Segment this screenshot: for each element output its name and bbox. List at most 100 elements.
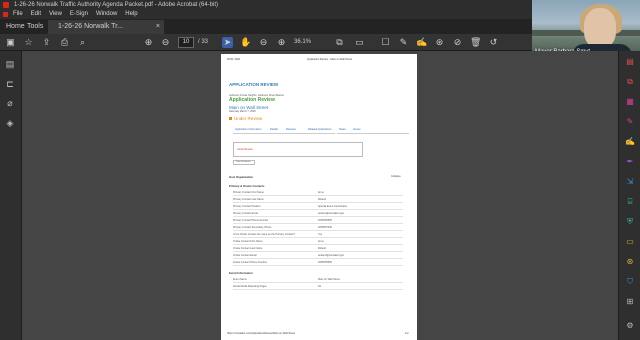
customize-icon[interactable]: ⚙ <box>625 321 635 331</box>
menu-bar: File Edit View E-Sign Window Help <box>0 10 532 19</box>
table-row: Primary Contact Last Name Roland <box>233 197 403 203</box>
protect-icon[interactable]: ⛨ <box>625 217 635 227</box>
stamp-tool-icon[interactable]: ⊛ <box>625 257 635 267</box>
tab-home[interactable]: Home <box>6 19 25 34</box>
pen-icon[interactable]: ✎ <box>398 37 409 48</box>
table-row: Primary Contact Phone Number 2035555555 <box>233 218 403 224</box>
acrobat-window: 1-26-26 Norwalk Traffic Authority Agenda… <box>0 0 640 340</box>
draw-icon[interactable]: ✍ <box>416 37 427 48</box>
upload-icon[interactable]: ⇪ <box>41 37 52 48</box>
row-label: Event Name <box>233 278 247 281</box>
status-box: Under Review <box>233 142 363 157</box>
menu-view[interactable]: View <box>49 10 62 19</box>
tab-notes[interactable]: Notes <box>339 128 346 131</box>
row-value: Main on Wall Street <box>318 278 340 281</box>
collapse-toggle[interactable]: Collapse <box>391 175 401 178</box>
row-value: Special Event Coordinator <box>318 205 348 208</box>
page-total: / 33 <box>198 39 209 45</box>
layers-icon[interactable]: ◈ <box>5 118 15 128</box>
table-row: Event Name Main on Wall Street <box>233 277 403 283</box>
table-row: Onsite Contact Email aroland@norwalkct.go… <box>233 253 403 259</box>
zoom-level[interactable]: 36.1% <box>294 37 311 48</box>
create-pdf-icon[interactable]: ▤ <box>625 57 635 67</box>
comment-tool-icon[interactable]: ▭ <box>625 237 635 247</box>
row-label: Primary Contact Last Name <box>233 198 264 201</box>
status-label: Under Review <box>234 116 263 121</box>
next-page-icon[interactable]: ⊖ <box>160 37 171 48</box>
fill-sign-icon[interactable]: ✒ <box>625 157 635 167</box>
view-guidance-button[interactable]: View Guidance <box>233 160 255 165</box>
combine-files-icon[interactable]: ⧉ <box>625 77 635 87</box>
row-label: Onsite Contact Phone Number <box>233 261 268 264</box>
row-value: Roland <box>318 198 326 201</box>
bookmark-icon[interactable]: ⊏ <box>5 79 15 89</box>
row-label: Onsite Contact Email <box>233 254 257 257</box>
page-number-input[interactable]: 10 <box>178 37 194 48</box>
tab-issues[interactable]: Issues <box>353 128 361 131</box>
page-fit-icon[interactable]: ⧉ <box>334 37 345 48</box>
row-label: Onsite Contact Last Name <box>233 247 263 250</box>
participant-face <box>584 8 616 48</box>
hand-tool-icon[interactable]: ✋ <box>240 37 251 48</box>
save-icon[interactable]: ▣ <box>5 37 16 48</box>
section-contacts: Primary & Onsite Contacts <box>229 184 265 188</box>
comment-icon[interactable]: ▭ <box>354 37 365 48</box>
acrobat-menu-icon[interactable] <box>3 12 8 17</box>
delete-icon[interactable]: 🗑 <box>470 37 481 48</box>
stamp-icon[interactable]: ⊛ <box>434 37 445 48</box>
pdf-page: ROW: 2026 Application Review - Main on W… <box>221 54 417 340</box>
tab-details[interactable]: Details <box>270 128 278 131</box>
table-row: Onsite Contact Phone Number 2035555555 <box>233 260 403 266</box>
status-dot-icon <box>229 117 232 120</box>
menu-help[interactable]: Help <box>125 10 137 19</box>
page-footer-number: 1/2 <box>405 332 409 335</box>
page-title: APPLICATION REVIEW <box>229 82 279 87</box>
status-box-label: Under Review <box>237 148 253 151</box>
tab-document[interactable]: 1-26-26 Norwalk Tr... × <box>48 20 164 34</box>
row-value: 2035555555 <box>318 261 332 264</box>
status-badge: Under Review <box>229 116 262 121</box>
request-esign-icon[interactable]: ✍ <box>625 137 635 147</box>
tab-reviews[interactable]: Reviews <box>286 128 296 131</box>
window-title: 1-26-26 Norwalk Traffic Authority Agenda… <box>14 2 219 8</box>
more-tools-icon[interactable]: ⊞ <box>625 297 635 307</box>
organize-pages-icon[interactable]: ▦ <box>625 97 635 107</box>
table-row: Onsite Contact First Name Anne <box>233 239 403 245</box>
zoom-out-icon[interactable]: ⊖ <box>258 37 269 48</box>
tab-document-label: 1-26-26 Norwalk Tr... <box>58 23 123 30</box>
print-icon[interactable]: ⎙ <box>59 37 70 48</box>
menu-file[interactable]: File <box>13 10 23 19</box>
select-cursor-icon[interactable]: ➤ <box>222 37 233 48</box>
page-header-left: ROW: 2026 <box>227 58 241 61</box>
row-value: 2035567546 <box>318 226 332 229</box>
shield-icon[interactable]: ⛉ <box>625 277 635 287</box>
table-row: Social Media Marketing Pages No <box>233 284 403 290</box>
menu-esign[interactable]: E-Sign <box>70 10 88 19</box>
mouse-cursor-icon: ⬆ <box>333 130 339 137</box>
zoom-in-icon[interactable]: ⊕ <box>276 37 287 48</box>
row-label: Primary Contact Secondary Phone <box>233 226 272 229</box>
table-row: Onsite Contact Last Name Roland <box>233 246 403 252</box>
edit-pdf-icon[interactable]: ✎ <box>625 117 635 127</box>
export-pdf-icon[interactable]: ⇲ <box>625 177 635 187</box>
tab-tools[interactable]: Tools <box>27 19 43 34</box>
close-tab-icon[interactable]: × <box>156 20 160 33</box>
search-icon[interactable]: ⌕ <box>77 37 88 48</box>
page-thumbnails-icon[interactable]: ▤ <box>5 59 15 69</box>
tab-related-applications[interactable]: Related Applications <box>308 128 332 131</box>
table-row: Primary Contact Position Special Event Co… <box>233 204 403 210</box>
row-value: Yes <box>318 233 323 236</box>
menu-window[interactable]: Window <box>96 10 117 19</box>
star-icon[interactable]: ☆ <box>23 37 34 48</box>
attachment-icon[interactable]: ⌀ <box>5 98 15 108</box>
menu-edit[interactable]: Edit <box>31 10 41 19</box>
clear-icon[interactable]: ⊘ <box>452 37 463 48</box>
undo-icon[interactable]: ↺ <box>488 37 499 48</box>
application-tabs: Application Information Details Reviews … <box>233 126 409 134</box>
highlight-icon[interactable]: ☐ <box>380 37 391 48</box>
scan-ocr-icon[interactable]: ⌸ <box>625 197 635 207</box>
prev-page-icon[interactable]: ⊕ <box>143 37 154 48</box>
tab-application-info[interactable]: Application Information <box>235 128 261 131</box>
section-event: Event Information <box>229 271 253 275</box>
section-host: Host Organization <box>229 175 254 179</box>
